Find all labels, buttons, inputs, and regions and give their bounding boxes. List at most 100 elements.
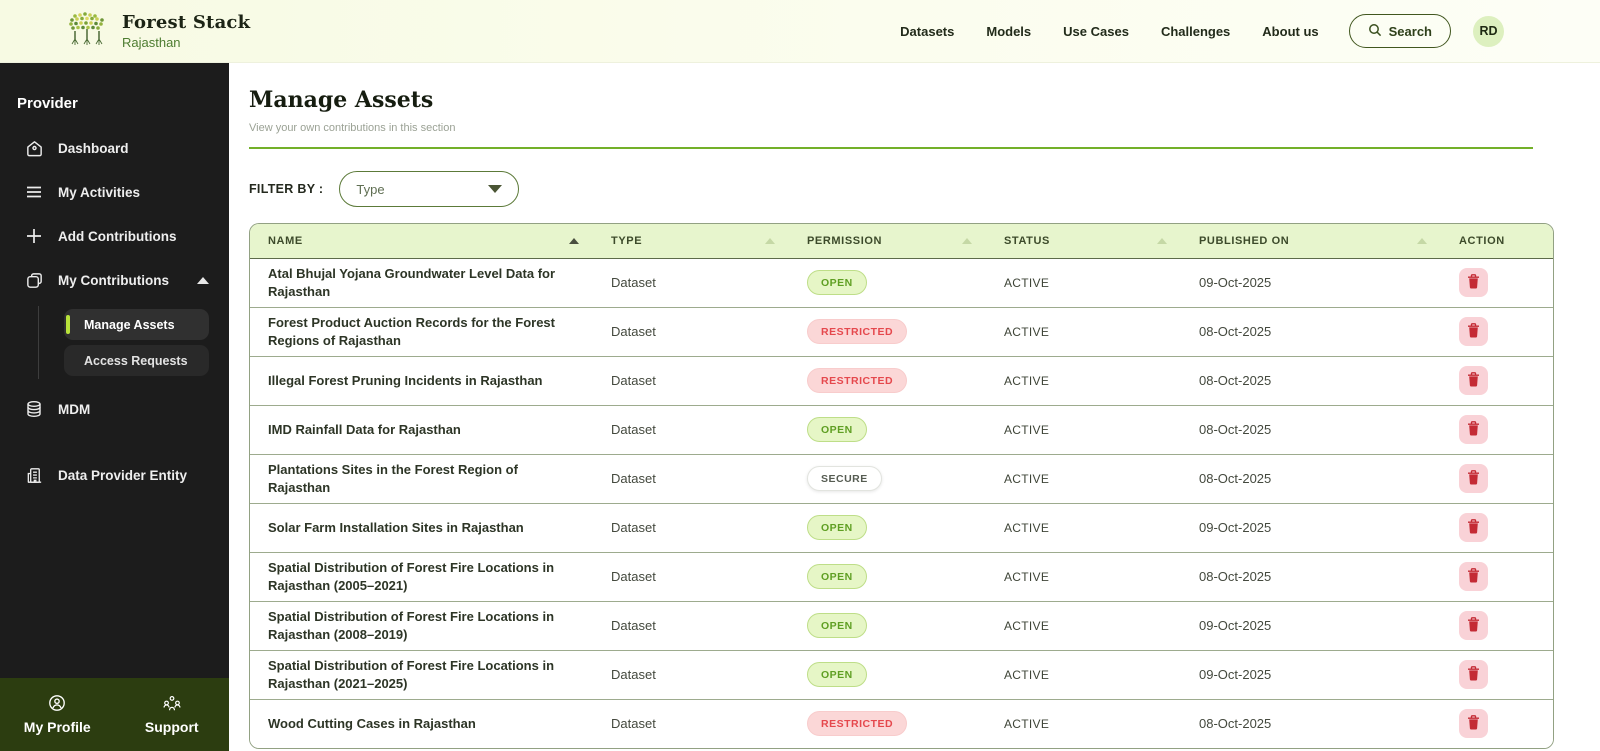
- permission-badge: RESTRICTED: [807, 711, 908, 737]
- nav-about-us[interactable]: About us: [1262, 24, 1318, 39]
- delete-button[interactable]: [1459, 317, 1488, 346]
- support-icon: [162, 694, 182, 715]
- sidebar-heading: Provider: [17, 95, 78, 112]
- search-label: Search: [1388, 23, 1432, 39]
- support-button[interactable]: Support: [115, 678, 230, 751]
- sidebar-item-label: Data Provider Entity: [58, 467, 188, 483]
- permission-badge: SECURE: [807, 466, 882, 491]
- type-filter-dropdown[interactable]: Type: [339, 171, 520, 207]
- chevron-down-icon: [488, 185, 503, 193]
- avatar[interactable]: RD: [1473, 15, 1504, 47]
- permission-badge: OPEN: [807, 564, 867, 589]
- delete-button[interactable]: [1459, 513, 1488, 542]
- column-header-type[interactable]: TYPE: [593, 224, 789, 259]
- trash-icon: [1467, 567, 1480, 586]
- copy-icon: [24, 270, 44, 290]
- asset-name: Wood Cutting Cases in Rajasthan: [250, 698, 593, 748]
- asset-action-cell: [1441, 258, 1553, 307]
- sidebar-item-my-activities[interactable]: My Activities: [0, 170, 229, 214]
- asset-published-on: 09-Oct-2025: [1181, 502, 1441, 552]
- sidebar-item-label: Dashboard: [58, 140, 129, 156]
- asset-name: Atal Bhujal Yojana Groundwater Level Dat…: [250, 258, 593, 307]
- nav-use-cases[interactable]: Use Cases: [1063, 24, 1129, 39]
- sidebar-item-dashboard[interactable]: Dashboard: [0, 126, 229, 170]
- delete-button[interactable]: [1459, 366, 1488, 395]
- asset-type: Dataset: [593, 698, 789, 748]
- sidebar-item-mdm[interactable]: MDM: [0, 387, 229, 431]
- asset-type: Dataset: [593, 453, 789, 503]
- delete-button[interactable]: [1459, 464, 1488, 493]
- footer-item-label: Support: [144, 719, 199, 735]
- delete-button[interactable]: [1459, 415, 1488, 444]
- page-subtitle: View your own contributions in this sect…: [249, 122, 456, 134]
- trash-icon: [1467, 322, 1480, 341]
- asset-published-on: 08-Oct-2025: [1181, 698, 1441, 748]
- asset-published-on: 09-Oct-2025: [1181, 600, 1441, 650]
- asset-status: ACTIVE: [986, 649, 1181, 699]
- delete-button[interactable]: [1459, 268, 1488, 297]
- trash-icon: [1467, 665, 1480, 684]
- column-header-published-on[interactable]: PUBLISHED ON: [1181, 224, 1441, 259]
- trash-icon: [1467, 518, 1480, 537]
- sidebar-item-add-contributions[interactable]: Add Contributions: [0, 214, 229, 258]
- column-header-status[interactable]: STATUS: [986, 224, 1181, 259]
- asset-permission-cell: OPEN: [789, 502, 986, 552]
- trash-icon: [1467, 371, 1480, 390]
- assets-table: NAME TYPE PERMISSION STATUS PUBLISHED ON…: [249, 223, 1554, 749]
- sort-asc-icon: [569, 237, 579, 244]
- main-content: Manage Assets View your own contribution…: [229, 63, 1600, 751]
- brand: Forest Stack Rajasthan: [64, 6, 250, 57]
- table-row: Illegal Forest Pruning Incidents in Raja…: [250, 355, 1553, 405]
- delete-button[interactable]: [1459, 709, 1488, 739]
- asset-permission-cell: OPEN: [789, 404, 986, 454]
- forest-stack-logo-icon: [64, 6, 110, 57]
- asset-action-cell: [1441, 649, 1553, 699]
- type-filter-value: Type: [356, 181, 385, 197]
- nav-challenges[interactable]: Challenges: [1161, 24, 1230, 39]
- page-title: Manage Assets: [249, 87, 434, 113]
- column-header-permission[interactable]: PERMISSION: [789, 224, 986, 259]
- asset-published-on: 09-Oct-2025: [1181, 258, 1441, 307]
- delete-button[interactable]: [1459, 660, 1488, 689]
- nav-datasets[interactable]: Datasets: [900, 24, 954, 39]
- asset-action-cell: [1441, 453, 1553, 503]
- column-header-name[interactable]: NAME: [250, 224, 593, 259]
- page: Forest Stack Rajasthan Datasets Models U…: [0, 0, 1600, 751]
- asset-status: ACTIVE: [986, 698, 1181, 748]
- asset-status: ACTIVE: [986, 306, 1181, 356]
- asset-status: ACTIVE: [986, 404, 1181, 454]
- chevron-up-icon: [197, 276, 209, 284]
- asset-name: Illegal Forest Pruning Incidents in Raja…: [250, 355, 593, 405]
- sidebar-item-label: My Contributions: [58, 272, 169, 288]
- brand-subtitle: Rajasthan: [122, 35, 181, 50]
- permission-badge: OPEN: [807, 515, 867, 540]
- asset-permission-cell: RESTRICTED: [789, 698, 986, 748]
- sort-asc-icon: [962, 237, 972, 244]
- delete-button[interactable]: [1459, 611, 1488, 640]
- asset-name: Spatial Distribution of Forest Fire Loca…: [250, 649, 593, 699]
- subitem-label: Access Requests: [84, 353, 188, 368]
- asset-status: ACTIVE: [986, 453, 1181, 503]
- sidebar-item-data-provider-entity[interactable]: Data Provider Entity: [0, 453, 229, 497]
- asset-type: Dataset: [593, 404, 789, 454]
- asset-name: Spatial Distribution of Forest Fire Loca…: [250, 551, 593, 601]
- table-row: Spatial Distribution of Forest Fire Loca…: [250, 551, 1553, 601]
- asset-published-on: 08-Oct-2025: [1181, 306, 1441, 356]
- delete-button[interactable]: [1459, 562, 1488, 591]
- asset-name: Plantations Sites in the Forest Region o…: [250, 453, 593, 503]
- my-profile-button[interactable]: My Profile: [0, 678, 115, 751]
- top-header: Forest Stack Rajasthan Datasets Models U…: [0, 0, 1600, 63]
- nav-models[interactable]: Models: [986, 24, 1031, 39]
- table-row: Solar Farm Installation Sites in Rajasth…: [250, 502, 1553, 552]
- table-row: Forest Product Auction Records for the F…: [250, 306, 1553, 356]
- sort-asc-icon: [1417, 237, 1427, 244]
- search-button[interactable]: Search: [1348, 14, 1451, 48]
- asset-type: Dataset: [593, 306, 789, 356]
- asset-action-cell: [1441, 306, 1553, 356]
- asset-permission-cell: OPEN: [789, 258, 986, 307]
- sidebar-subitem-manage-assets[interactable]: Manage Assets: [64, 309, 209, 340]
- sidebar-item-my-contributions[interactable]: My Contributions: [0, 258, 229, 302]
- asset-name: Solar Farm Installation Sites in Rajasth…: [250, 502, 593, 552]
- sidebar-subitem-access-requests[interactable]: Access Requests: [64, 345, 209, 376]
- asset-status: ACTIVE: [986, 551, 1181, 601]
